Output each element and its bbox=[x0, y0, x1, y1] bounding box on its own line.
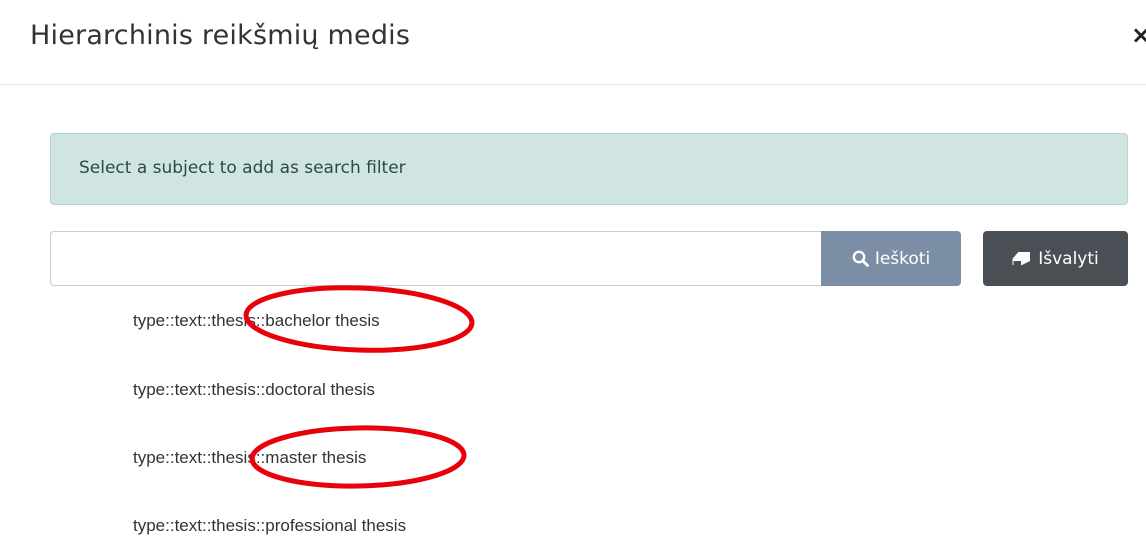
clear-button[interactable]: Išvalyti bbox=[983, 231, 1128, 286]
tree-item-doctoral-thesis[interactable]: type::text::thesis::doctoral thesis bbox=[133, 380, 375, 400]
tree-item-bachelor-thesis[interactable]: type::text::thesis::bachelor thesis bbox=[133, 311, 380, 331]
modal-title: Hierarchinis reikšmių medis bbox=[30, 20, 411, 51]
search-button[interactable]: Ieškoti bbox=[821, 231, 961, 286]
clear-button-label: Išvalyti bbox=[1038, 248, 1099, 269]
search-button-label: Ieškoti bbox=[874, 248, 931, 269]
search-icon bbox=[852, 250, 869, 267]
info-alert: Select a subject to add as search filter bbox=[50, 133, 1128, 205]
tree-item-master-thesis[interactable]: type::text::thesis::master thesis bbox=[133, 448, 366, 468]
search-input[interactable] bbox=[50, 231, 821, 286]
eraser-icon bbox=[1012, 251, 1032, 266]
subject-tree-modal: Hierarchinis reikšmių medis × Select a s… bbox=[0, 0, 1146, 537]
modal-header: Hierarchinis reikšmių medis × bbox=[0, 0, 1146, 85]
close-button[interactable]: × bbox=[1131, 20, 1146, 50]
alert-text: Select a subject to add as search filter bbox=[79, 158, 406, 178]
tree-item-professional-thesis[interactable]: type::text::thesis::professional thesis bbox=[133, 516, 406, 536]
